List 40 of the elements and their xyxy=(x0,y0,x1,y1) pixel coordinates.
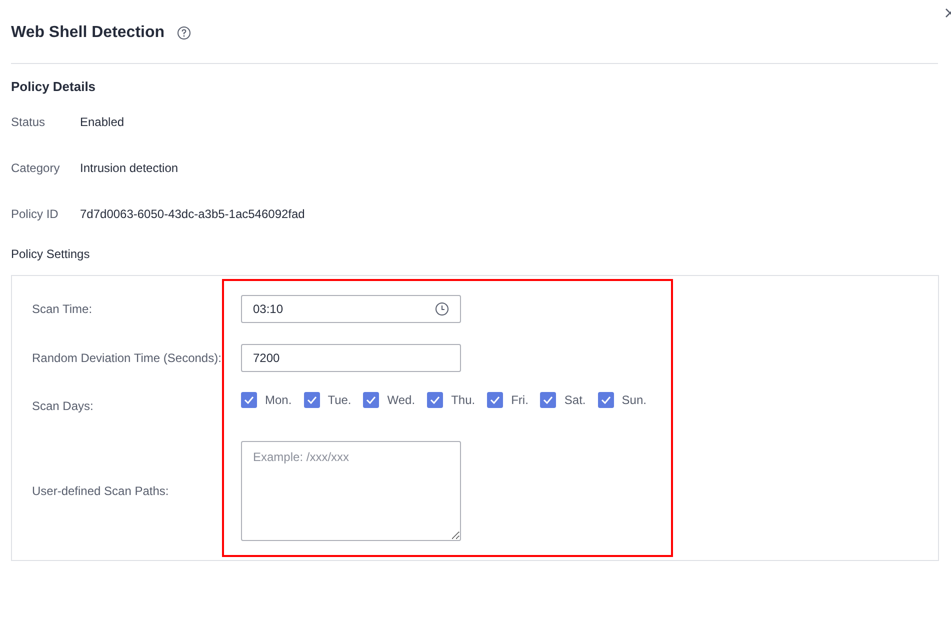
checkbox-label: Mon. xyxy=(265,392,292,409)
field-value: 7d7d0063-6050-43dc-a3b5-1ac546092fad xyxy=(80,206,305,223)
checkbox-label: Thu. xyxy=(451,392,476,409)
panel-title: Web Shell Detection xyxy=(11,23,165,43)
field-value: Intrusion detection xyxy=(80,160,178,177)
field-value: Enabled xyxy=(80,114,124,131)
checkbox-label: Sat. xyxy=(564,392,586,409)
section-heading: Policy Settings xyxy=(11,247,91,261)
check-icon xyxy=(306,396,317,404)
checkbox[interactable] xyxy=(363,392,380,408)
help-icon[interactable] xyxy=(176,26,191,40)
clock-icon xyxy=(435,302,449,316)
field-label: Status xyxy=(11,114,46,131)
check-icon xyxy=(244,396,254,404)
field-label: Policy ID xyxy=(11,206,60,223)
checkbox-label: Sun. xyxy=(622,392,646,409)
checkbox-label: Wed. xyxy=(387,392,416,409)
input-field[interactable]: 7200 xyxy=(241,344,461,372)
checkbox-label: Fri. xyxy=(511,392,528,409)
field-label: Category xyxy=(11,160,61,177)
close-icon[interactable] xyxy=(945,8,951,18)
check-icon xyxy=(543,396,554,404)
checkbox[interactable] xyxy=(427,392,444,408)
check-icon xyxy=(366,396,376,404)
checkbox[interactable] xyxy=(487,392,504,408)
check-icon xyxy=(490,396,500,404)
field-label: Random Deviation Time (Seconds): xyxy=(32,350,222,367)
checkbox[interactable] xyxy=(304,392,320,408)
input-field[interactable]: Example: /xxx/xxx xyxy=(241,441,461,541)
checkbox[interactable] xyxy=(241,392,257,408)
check-icon xyxy=(430,396,440,404)
field-label: Scan Time: xyxy=(32,301,94,318)
section-heading: Policy Details xyxy=(11,79,97,95)
check-icon xyxy=(600,396,611,404)
time-picker[interactable]: 03:10 xyxy=(241,295,461,323)
checkbox[interactable] xyxy=(540,392,556,408)
field-label: User-defined Scan Paths: xyxy=(32,483,170,500)
checkbox[interactable] xyxy=(598,392,614,408)
checkbox-label: Tue. xyxy=(328,392,352,409)
field-label: Scan Days: xyxy=(32,398,94,415)
